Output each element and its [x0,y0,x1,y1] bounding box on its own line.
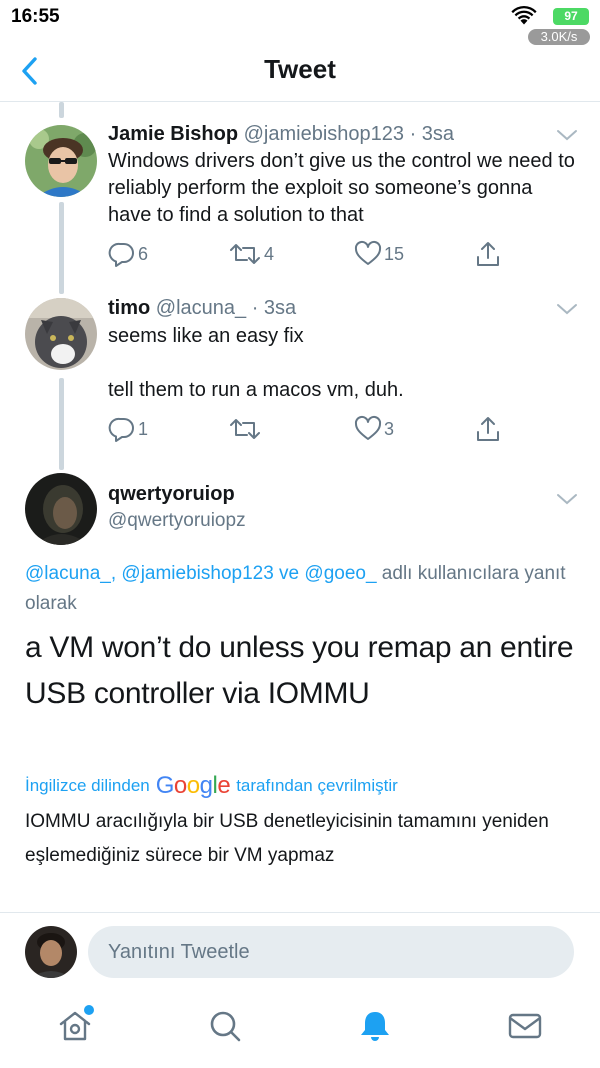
translation-attribution: İngilizce dilinden Google tarafından çev… [25,772,398,800]
like-button[interactable]: 3 [354,414,394,444]
thread-line [59,202,64,294]
retweet-icon [230,419,260,439]
notifications-icon[interactable] [357,1008,393,1044]
chevron-down-icon[interactable] [556,492,578,506]
thread-line [59,102,64,118]
avatar[interactable] [25,298,97,370]
new-content-dot [84,1005,94,1015]
nav-header: Tweet [0,46,600,102]
retweet-count: 4 [264,243,275,264]
thread-line [59,378,64,470]
like-count: 3 [384,418,395,439]
share-button[interactable] [474,414,502,444]
tweet-text-line: tell them to run a macos vm, duh. [108,379,404,401]
tweet-time: · 3sa [409,123,455,145]
tweet-header: timo @lacuna_ · 3sa [108,297,296,320]
tweet-text: Windows drivers don’t give us the contro… [108,150,575,226]
reply-icon [108,417,134,442]
status-bar: 16:55 97 3.0K/s [0,0,600,46]
translate-suffix: tarafından çevrilmiştir [236,776,398,795]
avatar[interactable] [25,125,97,197]
chevron-down-icon[interactable] [556,302,578,316]
author-handle[interactable]: @jamiebishop123 [244,123,404,145]
tab-bar [0,992,600,1068]
page-title: Tweet [264,54,336,84]
reply-button[interactable]: 1 [108,414,148,444]
translate-prefix: İngilizce dilinden [25,776,150,795]
like-icon [354,415,382,440]
retweet-button[interactable]: 4 [228,239,274,269]
tweet-time: · 3sa [251,297,297,319]
google-logo: Google [155,772,231,799]
author-name[interactable]: timo [108,297,150,319]
share-icon [477,242,499,266]
author-handle[interactable]: @qwertyoruiopz [108,510,246,532]
author-name[interactable]: Jamie Bishop [108,123,238,145]
search-icon[interactable] [207,1008,243,1044]
like-count: 15 [384,243,405,264]
like-icon [354,240,382,265]
messages-icon[interactable] [507,1008,543,1044]
tweet-header: Jamie Bishop @jamiebishop123 · 3sa [108,123,454,146]
reply-context: @lacuna_, @jamiebishop123 ve @goeo_ adlı… [25,559,585,619]
share-button[interactable] [474,239,502,269]
tweet-actions: 6 4 15 [108,239,508,269]
tweet-actions: 1 3 [108,414,508,444]
reply-input[interactable] [88,926,574,978]
wifi-icon [511,6,537,25]
reply-icon [108,242,134,267]
reply-count: 1 [138,418,149,439]
like-button[interactable]: 15 [354,239,404,269]
avatar[interactable] [25,473,97,545]
translated-text: IOMMU aracılığıyla bir USB denetleyicisi… [25,811,549,866]
my-avatar[interactable] [25,926,77,978]
tweet-text-line: seems like an easy fix [108,325,304,347]
network-speed: 3.0K/s [528,29,590,45]
share-icon [477,417,499,441]
battery-indicator: 97 [553,8,589,25]
retweet-button[interactable] [228,414,264,444]
reply-bar [0,912,600,992]
reply-mentions[interactable]: @lacuna_, @jamiebishop123 ve @goeo_ [25,563,377,584]
author-name[interactable]: qwertyoruiop [108,483,235,506]
retweet-icon [230,244,260,264]
reply-count: 6 [138,243,149,264]
status-time: 16:55 [11,6,60,27]
reply-button[interactable]: 6 [108,239,148,269]
main-tweet-text: a VM won’t do unless you remap an entire… [25,631,574,710]
chevron-down-icon[interactable] [556,128,578,142]
author-handle[interactable]: @lacuna_ [156,297,246,319]
